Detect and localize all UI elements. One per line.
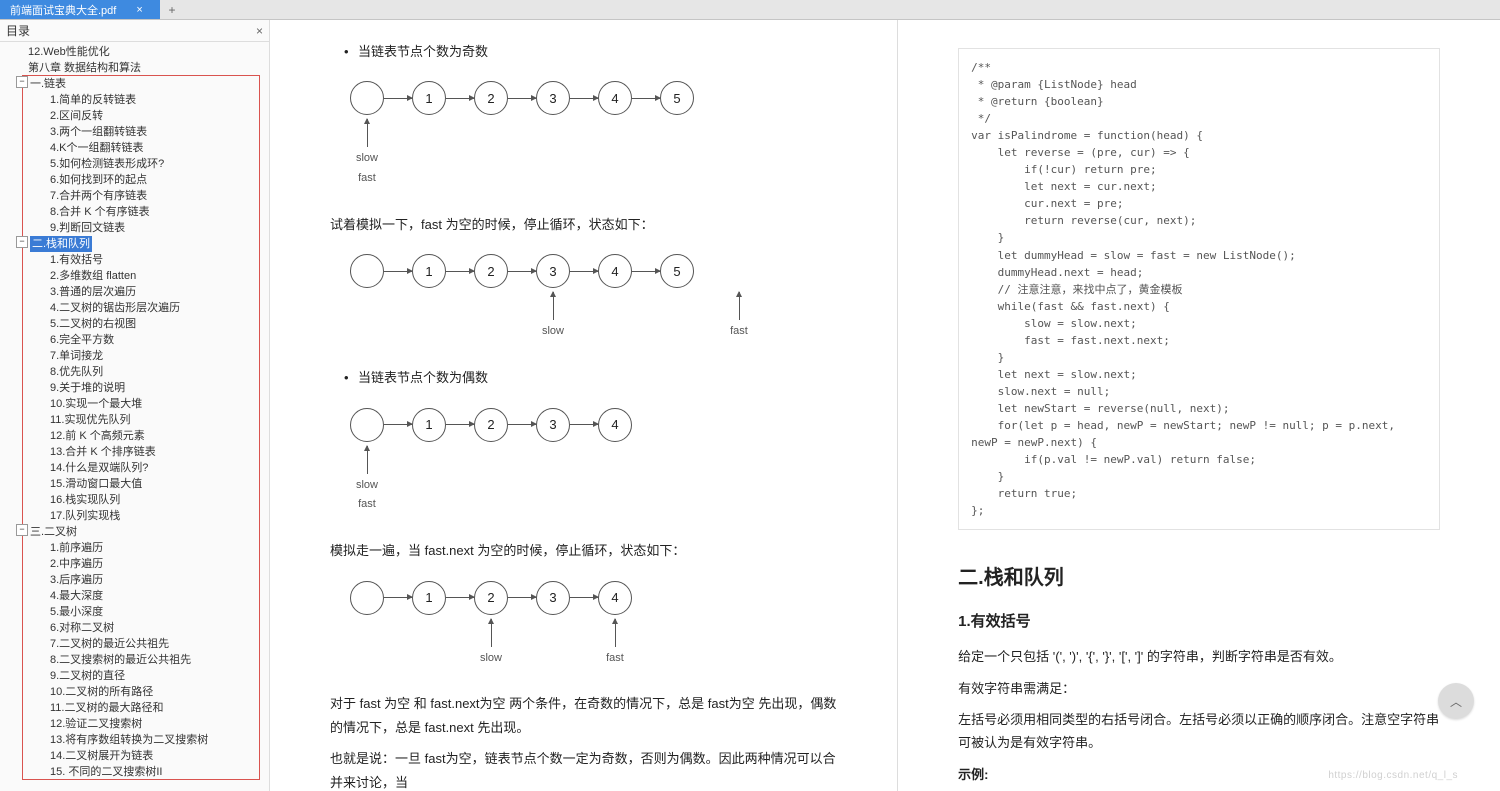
bullet-even: 当链表节点个数为偶数 xyxy=(330,366,837,389)
section-title: 二.栈和队列 xyxy=(958,560,1440,596)
tab-title: 前端面试宝典大全.pdf xyxy=(10,2,116,18)
toc-item[interactable]: 8.二叉搜索树的最近公共祖先 xyxy=(6,652,269,668)
toc-item[interactable]: 5.最小深度 xyxy=(6,604,269,620)
toc-item[interactable]: 11.二叉树的最大路径和 xyxy=(6,700,269,716)
toc-section[interactable]: 二.栈和队列 xyxy=(6,236,269,252)
toc-item[interactable]: 2.中序遍历 xyxy=(6,556,269,572)
toc-item[interactable]: 14.二叉树展开为链表 xyxy=(6,748,269,764)
toc-section[interactable]: 三.二叉树 xyxy=(6,524,269,540)
toc-item[interactable]: 1.简单的反转链表 xyxy=(6,92,269,108)
toc-item[interactable]: 13.将有序数组转换为二叉搜索树 xyxy=(6,732,269,748)
scroll-top-button[interactable]: ︿ xyxy=(1438,683,1474,719)
toc-item[interactable]: 7.合并两个有序链表 xyxy=(6,188,269,204)
toc-tree[interactable]: 12.Web性能优化第八章 数据结构和算法一.链表1.简单的反转链表2.区间反转… xyxy=(0,42,269,791)
toc-item[interactable]: 5.如何检测链表形成环? xyxy=(6,156,269,172)
toc-item[interactable]: 12.前 K 个高频元素 xyxy=(6,428,269,444)
toc-item[interactable]: 3.后序遍历 xyxy=(6,572,269,588)
diagram-3: 1234slowfast xyxy=(330,408,837,516)
toc-item[interactable]: 15. 不同的二叉搜索树II xyxy=(6,764,269,780)
toc-item[interactable]: 17.队列实现栈 xyxy=(6,508,269,524)
toc-item[interactable]: 4.K个一组翻转链表 xyxy=(6,140,269,156)
para-2: 模拟走一遍，当 fast.next 为空的时候，停止循环，状态如下： xyxy=(330,539,837,562)
para-3: 对于 fast 为空 和 fast.next为空 两个条件，在奇数的情况下，总是… xyxy=(330,692,837,739)
page-right[interactable]: /** * @param {ListNode} head * @return {… xyxy=(898,20,1500,791)
toc-item[interactable]: 12.验证二叉搜索树 xyxy=(6,716,269,732)
toc-item[interactable]: 14.什么是双端队列? xyxy=(6,460,269,476)
close-icon[interactable]: × xyxy=(136,4,142,16)
new-tab-button[interactable]: + xyxy=(160,0,184,19)
toc-item[interactable]: 9.判断回文链表 xyxy=(6,220,269,236)
toc-item[interactable]: 9.二叉树的直径 xyxy=(6,668,269,684)
para-4: 也就是说：一旦 fast为空，链表节点个数一定为奇数，否则为偶数。因此两种情况可… xyxy=(330,747,837,791)
para-a: 给定一个只包括 '(', ')', '{', '}', '[', ']' 的字符… xyxy=(958,645,1440,668)
toc-item[interactable]: 4.最大深度 xyxy=(6,588,269,604)
toc-title: 目录 xyxy=(6,22,30,39)
toc-item[interactable]: 8.优先队列 xyxy=(6,364,269,380)
toc-item[interactable]: 9.关于堆的说明 xyxy=(6,380,269,396)
diagram-2: 12345slowfast xyxy=(330,254,837,342)
page-left[interactable]: 当链表节点个数为奇数 12345slowfast 试着模拟一下，fast 为空的… xyxy=(270,20,898,791)
toc-section[interactable]: 一.链表 xyxy=(6,76,269,92)
diagram-4: 1234slowfast xyxy=(330,581,837,669)
toc-item[interactable]: 2.多维数组 flatten xyxy=(6,268,269,284)
toc-item[interactable]: 2.区间反转 xyxy=(6,108,269,124)
toc-item[interactable]: 6.对称二叉树 xyxy=(6,620,269,636)
bullet-odd: 当链表节点个数为奇数 xyxy=(330,40,837,63)
content-area: 当链表节点个数为奇数 12345slowfast 试着模拟一下，fast 为空的… xyxy=(270,20,1500,791)
toc-item[interactable]: 11.实现优先队列 xyxy=(6,412,269,428)
tab-active[interactable]: 前端面试宝典大全.pdf × xyxy=(0,0,160,19)
sub-title: 1.有效括号 xyxy=(958,608,1440,635)
tab-bar: 前端面试宝典大全.pdf × + xyxy=(0,0,1500,20)
toc-item[interactable]: 1.有效括号 xyxy=(6,252,269,268)
para-b: 有效字符串需满足： xyxy=(958,677,1440,700)
toc-item[interactable]: 3.两个一组翻转链表 xyxy=(6,124,269,140)
code-block-1: /** * @param {ListNode} head * @return {… xyxy=(958,48,1440,530)
example-label: 示例: xyxy=(958,763,1440,786)
para-c: 左括号必须用相同类型的右括号闭合。左括号必须以正确的顺序闭合。注意空字符串可被认… xyxy=(958,708,1440,755)
toc-item[interactable]: 5.二叉树的右视图 xyxy=(6,316,269,332)
toc-item[interactable]: 8.合并 K 个有序链表 xyxy=(6,204,269,220)
toc-item[interactable]: 6.如何找到环的起点 xyxy=(6,172,269,188)
para-1: 试着模拟一下，fast 为空的时候，停止循环，状态如下： xyxy=(330,213,837,236)
toc-item[interactable]: 15.滑动窗口最大值 xyxy=(6,476,269,492)
toc-item[interactable]: 10.实现一个最大堆 xyxy=(6,396,269,412)
toc-item[interactable]: 12.Web性能优化 xyxy=(6,44,269,60)
toc-close-icon[interactable]: × xyxy=(256,24,263,38)
toc-item[interactable]: 7.二叉树的最近公共祖先 xyxy=(6,636,269,652)
diagram-1: 12345slowfast xyxy=(330,81,837,189)
toc-item[interactable]: 7.单词接龙 xyxy=(6,348,269,364)
toc-item[interactable]: 10.二叉树的所有路径 xyxy=(6,684,269,700)
toc-item[interactable]: 3.普通的层次遍历 xyxy=(6,284,269,300)
toc-item[interactable]: 1.前序遍历 xyxy=(6,540,269,556)
toc-item[interactable]: 第八章 数据结构和算法 xyxy=(6,60,269,76)
sidebar: 目录 × 12.Web性能优化第八章 数据结构和算法一.链表1.简单的反转链表2… xyxy=(0,20,270,791)
toc-item[interactable]: 4.二叉树的锯齿形层次遍历 xyxy=(6,300,269,316)
toc-item[interactable]: 6.完全平方数 xyxy=(6,332,269,348)
chevron-up-icon: ︿ xyxy=(1450,693,1462,710)
toc-item[interactable]: 16.栈实现队列 xyxy=(6,492,269,508)
toc-item[interactable]: 13.合并 K 个排序链表 xyxy=(6,444,269,460)
